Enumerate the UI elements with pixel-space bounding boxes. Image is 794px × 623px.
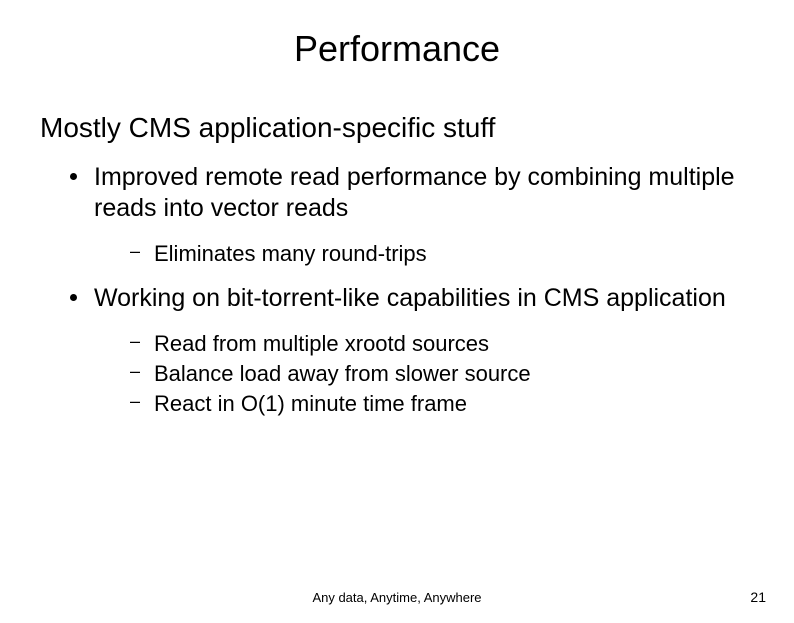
sub-bullet-item: Eliminates many round-trips [124, 239, 754, 269]
slide-footer: Any data, Anytime, Anywhere [0, 590, 794, 605]
page-number: 21 [750, 589, 766, 605]
sub-bullet-item: Read from multiple xrootd sources [124, 329, 754, 359]
sub-bullet-list: Read from multiple xrootd sources Balanc… [94, 329, 754, 418]
slide-content: Improved remote read performance by comb… [40, 162, 754, 418]
sub-bullet-item: React in O(1) minute time frame [124, 389, 754, 419]
slide-title: Performance [0, 28, 794, 70]
bullet-item: Improved remote read performance by comb… [66, 162, 754, 269]
bullet-list: Improved remote read performance by comb… [40, 162, 754, 418]
sub-bullet-item: Balance load away from slower source [124, 359, 754, 389]
bullet-item: Working on bit-torrent-like capabilities… [66, 283, 754, 419]
slide: Performance Mostly CMS application-speci… [0, 28, 794, 623]
slide-subtitle: Mostly CMS application-specific stuff [40, 112, 794, 144]
sub-bullet-list: Eliminates many round-trips [94, 239, 754, 269]
bullet-text: Working on bit-torrent-like capabilities… [94, 284, 726, 312]
bullet-text: Improved remote read performance by comb… [94, 163, 735, 222]
